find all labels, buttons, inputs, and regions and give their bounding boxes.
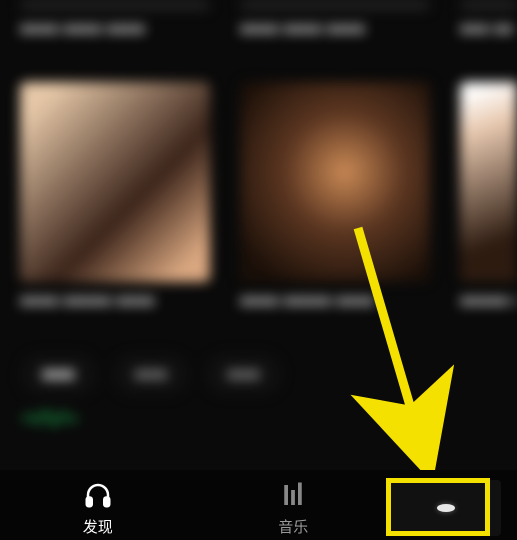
media-card[interactable]: ■■■ ■■ (460, 0, 517, 62)
waveform-indicator (22, 405, 495, 427)
card-thumbnail (240, 0, 430, 10)
nav-label: 发现 (83, 516, 113, 537)
card-row: ■■■■ ■■■■■ ■■■■ ■■■■ ■■■■■ ■■■■ ■■■■■ ■■… (20, 82, 497, 334)
media-card[interactable]: ■■■■■ ■■■■ (460, 82, 517, 334)
card-title: ■■■ ■■ (460, 20, 517, 62)
card-thumbnail (20, 82, 210, 282)
card-thumbnail (460, 0, 517, 10)
equalizer-icon (278, 480, 308, 510)
nav-discover[interactable]: 发现 (0, 480, 196, 537)
card-title: ■■■■ ■■■■■ ■■■■ (20, 292, 210, 334)
media-card[interactable]: ■■■■ ■■■■■ ■■■■ (20, 82, 210, 334)
mini-player[interactable] (391, 480, 501, 536)
media-card[interactable]: ■■■■ ■■■■■ ■■■■ (240, 82, 430, 334)
filter-chip[interactable]: ■■■ (20, 354, 97, 395)
filter-chip[interactable]: ■■■ (205, 354, 282, 395)
content-feed: ■■■■ ■■■■ ■■■■ ■■■■ ■■■■ ■■■■ ■■■ ■■ ■■■… (0, 0, 517, 470)
media-card[interactable]: ■■■■ ■■■■ ■■■■ (240, 0, 430, 62)
card-thumbnail (460, 82, 517, 282)
card-title: ■■■■ ■■■■ ■■■■ (240, 20, 430, 62)
card-row: ■■■■ ■■■■ ■■■■ ■■■■ ■■■■ ■■■■ ■■■ ■■ (20, 0, 497, 62)
filter-chip-row: ■■■ ■■■ ■■■ (20, 354, 497, 395)
card-thumbnail (20, 0, 210, 10)
media-card[interactable]: ■■■■ ■■■■ ■■■■ (20, 0, 210, 62)
card-thumbnail (240, 82, 430, 282)
card-title: ■■■■ ■■■■ ■■■■ (20, 20, 210, 62)
headphones-icon (83, 480, 113, 510)
card-title: ■■■■■ ■■■■ (460, 292, 517, 334)
bottom-nav: 发现 音乐 (0, 470, 517, 540)
card-title: ■■■■ ■■■■■ ■■■■ (240, 292, 430, 334)
nav-music[interactable]: 音乐 (196, 480, 392, 537)
nav-label: 音乐 (278, 516, 308, 537)
filter-chip[interactable]: ■■■ (113, 354, 190, 395)
